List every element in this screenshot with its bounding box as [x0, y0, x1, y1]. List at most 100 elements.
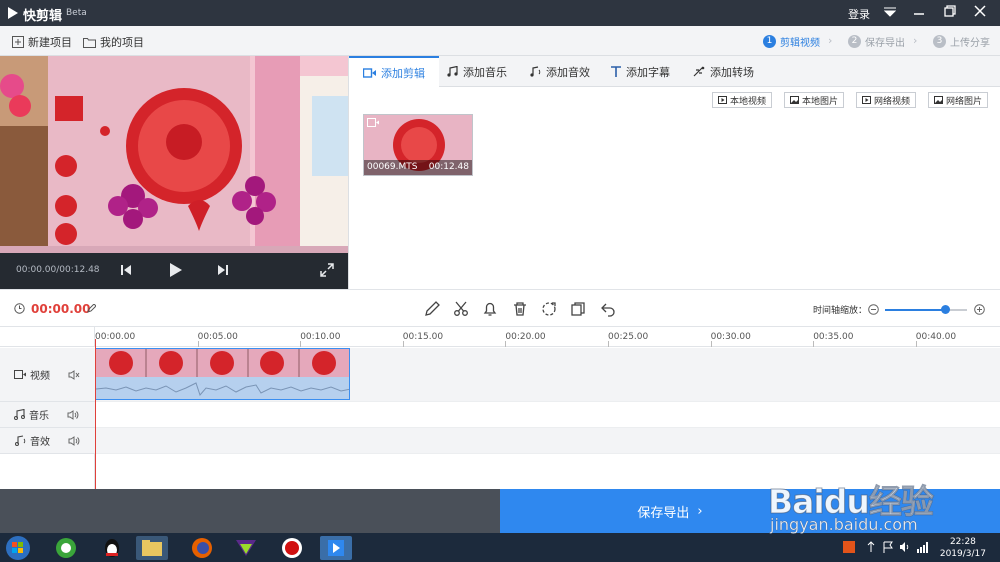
firefox-icon[interactable] [186, 536, 218, 560]
start-button-icon[interactable] [4, 534, 32, 562]
play-icon[interactable] [167, 262, 183, 278]
ruler-tick-label: 00:10.00 [300, 332, 341, 342]
music-icon [447, 66, 458, 77]
tab-add-subtitle[interactable]: 添加字幕 [597, 56, 684, 87]
ruler-tick-line [710, 341, 712, 347]
track-row-music[interactable] [95, 402, 1000, 428]
media-clip-thumbnail[interactable]: 00069.MTS 00:12.48 [363, 114, 473, 176]
local-image-button[interactable]: 本地图片 [784, 92, 845, 108]
tray-arrow-icon[interactable] [866, 541, 876, 553]
ruler-tick-line [608, 341, 609, 347]
kuaijianji-taskbar-icon[interactable] [320, 536, 352, 560]
ruler-tick-label: 00:20.00 [505, 332, 546, 342]
pencil-icon[interactable] [87, 304, 96, 313]
delete-icon[interactable] [512, 301, 528, 317]
minimize-icon[interactable] [910, 4, 928, 22]
copy-icon[interactable] [570, 301, 586, 317]
app-name: 快剪辑 [23, 9, 63, 24]
online-image-button[interactable]: 网络图片 [928, 92, 989, 108]
zoom-out-icon[interactable] [868, 304, 879, 315]
volume-icon[interactable] [68, 435, 80, 446]
maximize-icon[interactable] [941, 4, 959, 22]
mute-icon[interactable] [68, 369, 80, 380]
step-edit[interactable]: 1 剪辑视频 [763, 34, 820, 49]
zoom-in-icon[interactable] [974, 304, 985, 315]
qq-icon[interactable] [96, 536, 128, 560]
undo-icon[interactable] [600, 301, 616, 317]
tab-add-clip[interactable]: 添加剪辑 [349, 56, 439, 88]
video-file-icon [862, 96, 871, 104]
cut-icon[interactable] [453, 301, 469, 317]
crop-icon[interactable] [541, 301, 557, 317]
chevron-right-icon: › [828, 34, 833, 47]
zoom-slider[interactable] [885, 305, 967, 314]
browser-360-icon[interactable] [50, 536, 82, 560]
media-app-icon[interactable] [230, 536, 262, 560]
media-panel: 添加剪辑 添加音乐 添加音效 添加字幕 添加转场 本地视频 本地图片 网络视频 … [348, 56, 1000, 289]
tab-label: 添加剪辑 [381, 67, 425, 80]
ruler-tick-label: 00:05.00 [197, 332, 238, 342]
previous-frame-icon[interactable] [118, 262, 134, 278]
windows-taskbar: 22:28 2019/3/17 [0, 533, 1000, 562]
local-video-button[interactable]: 本地视频 [712, 92, 773, 108]
video-preview: 00:00.00/00:12.48 [0, 56, 348, 289]
login-link[interactable]: 登录 [848, 6, 870, 22]
preview-frame [0, 56, 348, 253]
ruler-tick-label: 00:30.00 [710, 332, 751, 342]
app-logo-icon [8, 7, 18, 19]
video-badge-icon [367, 118, 379, 127]
text-icon [611, 66, 621, 77]
track-row-sound-effect[interactable] [95, 428, 1000, 454]
tab-label: 添加字幕 [626, 65, 670, 79]
ruler-tick-label: 00:00.00 [95, 332, 136, 342]
media-tabs: 添加剪辑 添加音乐 添加音效 添加字幕 添加转场 [349, 56, 1000, 88]
next-frame-icon[interactable] [215, 262, 231, 278]
step-share[interactable]: 3 上传分享 [933, 34, 990, 49]
network-icon[interactable] [917, 541, 929, 553]
fullscreen-icon[interactable] [319, 262, 335, 278]
zoom-knob[interactable] [940, 305, 950, 314]
image-file-icon [934, 96, 943, 104]
sogou-tray-icon[interactable] [843, 541, 855, 553]
transition-icon [693, 66, 705, 77]
track-header-empty [0, 454, 95, 489]
sound-effect-icon [530, 66, 541, 77]
my-projects-button[interactable]: 我的项目 [83, 34, 144, 50]
close-icon[interactable] [971, 4, 989, 22]
flag-icon[interactable] [882, 541, 894, 553]
source-label: 本地视频 [730, 96, 767, 107]
online-video-button[interactable]: 网络视频 [856, 92, 917, 108]
image-file-icon [790, 96, 799, 104]
timeline: 00:00.00 00:05.00 00:10.00 00:15.00 00:20.00… [0, 327, 1000, 489]
menu-dropdown-icon[interactable] [881, 4, 899, 22]
step-number: 3 [933, 35, 946, 48]
tab-add-music[interactable]: 添加音乐 [433, 56, 521, 87]
file-explorer-icon[interactable] [136, 536, 168, 560]
volume-icon[interactable] [67, 409, 79, 420]
tray-clock[interactable]: 22:28 2019/3/17 [940, 536, 986, 560]
source-label: 网络图片 [946, 96, 983, 107]
save-export-button[interactable]: 保存导出 › [500, 489, 1000, 533]
current-time: 00:00.00 [31, 302, 91, 316]
chevron-right-icon: › [697, 503, 703, 519]
bell-icon[interactable] [482, 301, 498, 317]
tab-add-sound-effect[interactable]: 添加音效 [515, 56, 604, 87]
folder-icon [83, 37, 96, 48]
ruler-tick-line [505, 341, 507, 347]
title-bar: 快剪辑 Beta 登录 [0, 0, 1000, 26]
clip-duration: 00:12.48 [428, 162, 469, 172]
my-projects-label: 我的项目 [100, 36, 144, 49]
step-export[interactable]: 2 保存导出 [848, 34, 905, 49]
clock-icon [14, 303, 25, 314]
edit-icon[interactable] [424, 301, 440, 317]
zoom-label: 时间轴缩放： [813, 306, 868, 316]
ruler-tick-line [300, 341, 302, 347]
tab-add-transition[interactable]: 添加转场 [679, 56, 768, 87]
source-label: 本地图片 [802, 96, 839, 107]
timeline-video-clip[interactable] [95, 348, 350, 400]
new-project-button[interactable]: 新建项目 [12, 34, 72, 50]
volume-tray-icon[interactable] [899, 541, 911, 553]
playhead[interactable] [95, 339, 96, 489]
record-icon[interactable] [276, 536, 308, 560]
time-ruler[interactable]: 00:00.00 00:05.00 00:10.00 00:15.00 00:20.00… [95, 327, 1000, 347]
